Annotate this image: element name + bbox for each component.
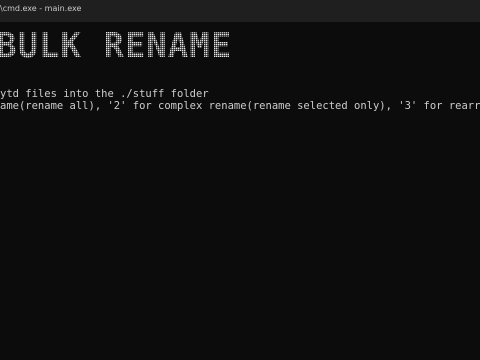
console-line: ame(rename all), '2' for complex rename(…: [0, 100, 480, 112]
ascii-banner: BULK_RENAME: [0, 30, 232, 62]
console-output[interactable]: BULK_RENAME ytd files into the ./stuff f…: [0, 22, 480, 360]
window-title: \cmd.exe - main.exe: [0, 4, 82, 13]
banner-text: BULK_RENAME: [0, 30, 232, 62]
title-bar[interactable]: \cmd.exe - main.exe: [0, 0, 480, 22]
console-line: ytd files into the ./stuff folder: [0, 88, 209, 100]
console-window: \cmd.exe - main.exe BULK_RENAME ytd file…: [0, 0, 480, 360]
